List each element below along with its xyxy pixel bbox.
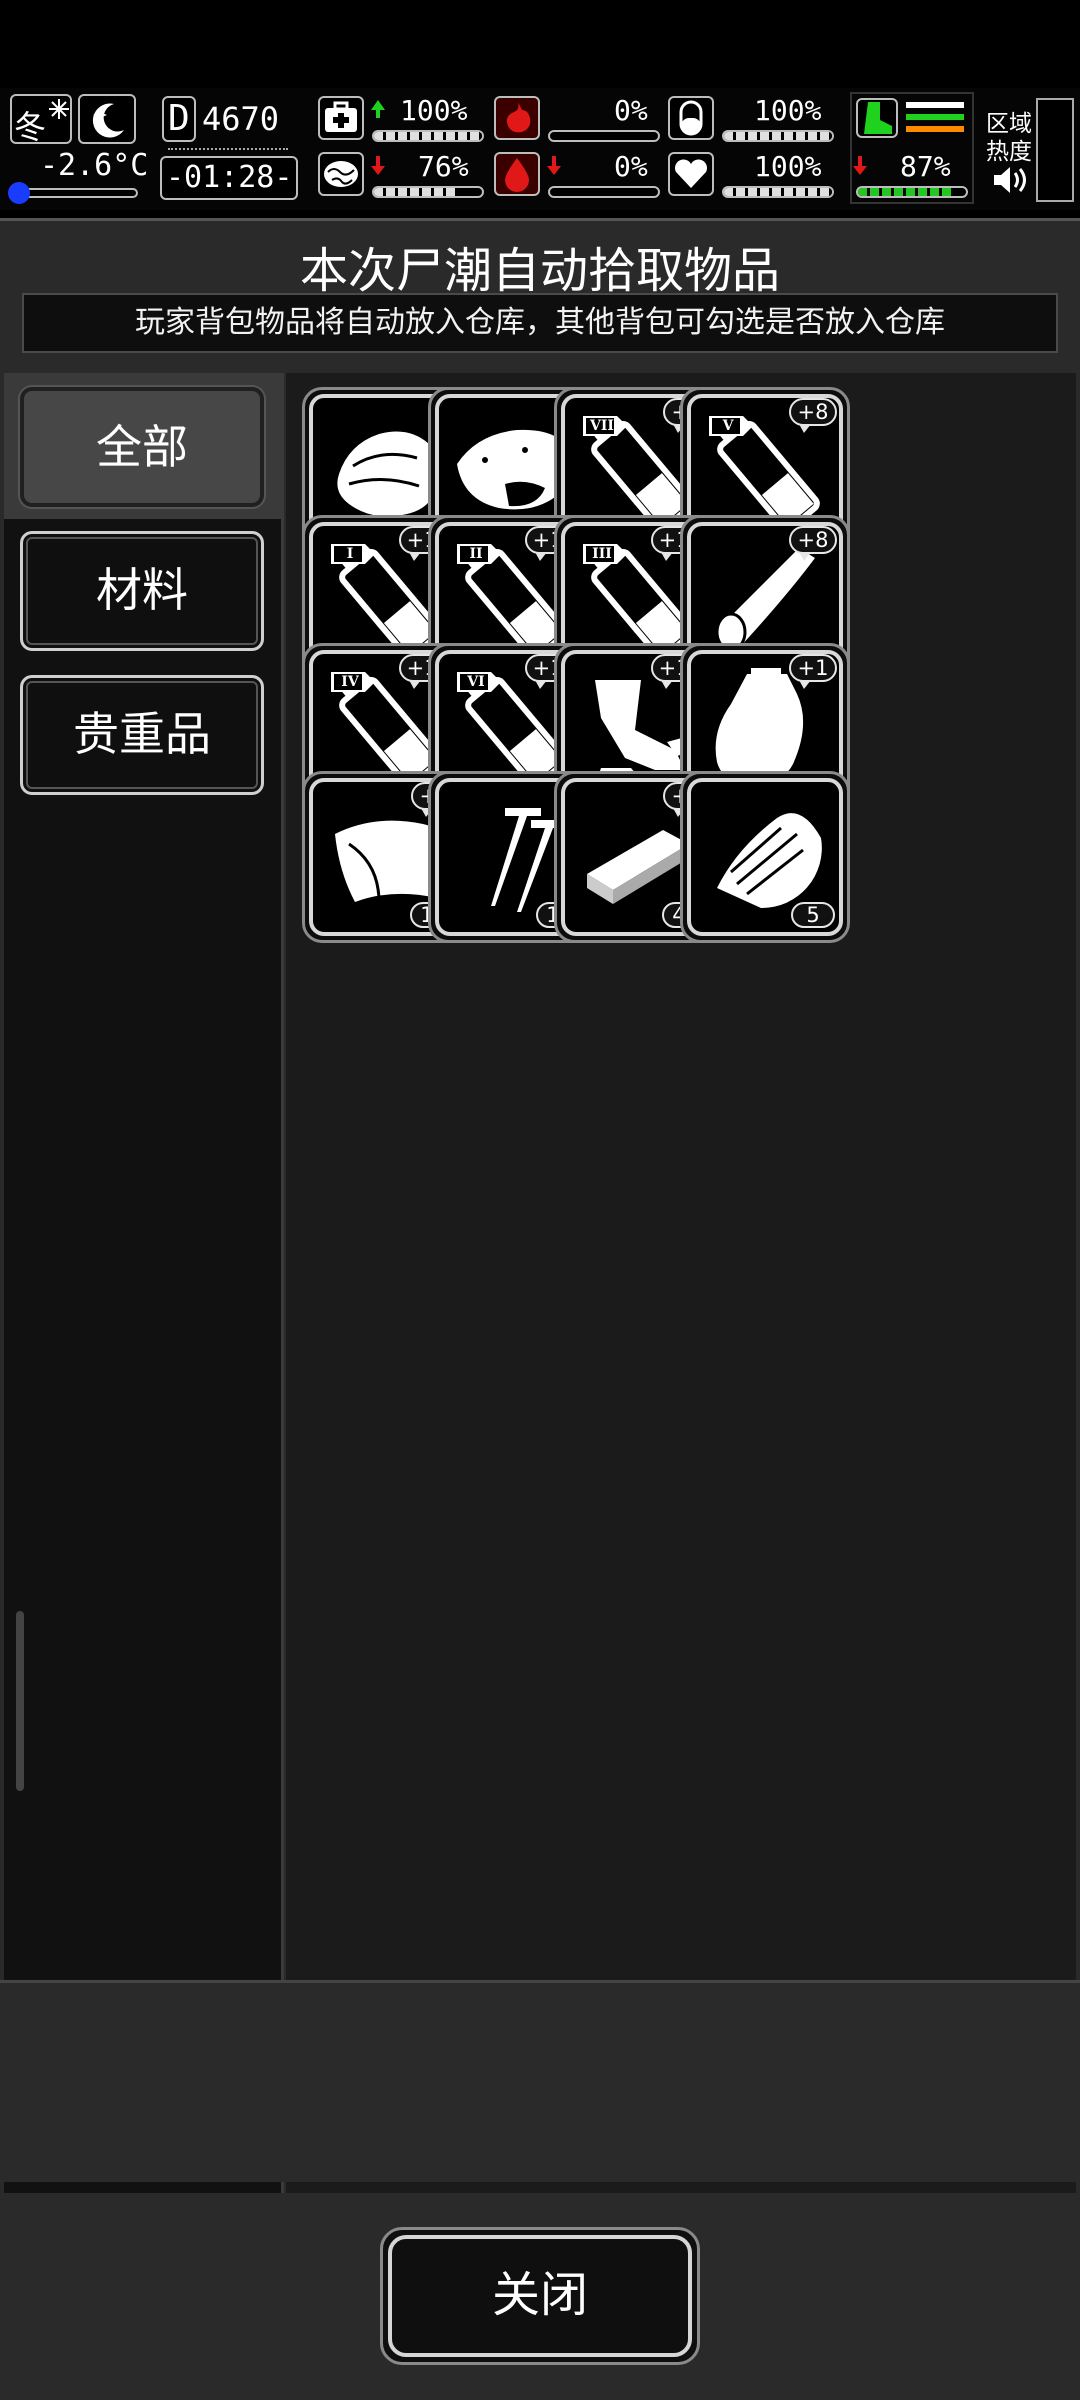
stamina-bar: [856, 186, 968, 198]
item-bonus-badge: +8: [789, 526, 837, 561]
item-bonus-badge: +8: [789, 398, 837, 433]
stamina-percent: 87%: [900, 150, 951, 183]
region-heat-label-2: 热度: [986, 139, 1032, 165]
sidebar-scrollbar[interactable]: [16, 1611, 24, 1791]
stomach-percent: 0%: [614, 94, 648, 127]
temperature-bar: [14, 188, 138, 198]
temperature-label: -2.6°C: [40, 148, 149, 183]
thirst-bar: [548, 186, 660, 198]
stomach-bar: [548, 130, 660, 142]
health-icon: [318, 96, 364, 140]
stomach-icon: [494, 96, 540, 140]
heart-bar: [722, 186, 834, 198]
clock-box: -01:28-: [160, 156, 298, 200]
category-sidebar: 全部 材料 贵重品: [4, 373, 284, 2193]
roman-numeral-label: VI: [467, 674, 485, 690]
pill-bar: [722, 130, 834, 142]
health-percent: 100%: [400, 94, 468, 127]
stamina-stripe-white: [906, 102, 964, 108]
blood-drop-icon: [494, 152, 540, 196]
roman-numeral-label: IV: [341, 674, 359, 690]
heart-percent: 100%: [754, 150, 822, 183]
stamina-stripe-green: [906, 114, 964, 120]
roman-numeral-label: II: [469, 546, 483, 562]
close-button[interactable]: 关闭: [380, 2227, 700, 2365]
night-box: [78, 94, 136, 144]
day-letter: D: [168, 98, 190, 139]
roman-numeral-label: I: [346, 546, 354, 562]
tab-materials[interactable]: 材料: [20, 531, 264, 651]
panel-footer: [0, 1980, 1080, 2182]
health-up-arrow-icon: [371, 100, 385, 118]
thirst-percent: 0%: [614, 150, 648, 183]
roman-numeral-label: VII: [590, 418, 614, 434]
cold-indicator-icon: [8, 182, 30, 204]
season-label: 冬: [14, 108, 47, 146]
season-box: 冬: [10, 94, 72, 146]
boot-icon: [856, 98, 898, 138]
pill-percent: 100%: [754, 94, 822, 127]
close-button-label: 关闭: [388, 2235, 692, 2357]
sanity-percent: 76%: [418, 150, 469, 183]
pill-icon: [668, 96, 714, 140]
day-number: 4670: [202, 100, 280, 138]
item-grid: 999+999+VII+866V+866I+1066II+1284III+125…: [286, 373, 1076, 2193]
speaker-icon[interactable]: [990, 164, 1028, 196]
tab-all[interactable]: 全部: [20, 387, 264, 507]
moon-icon: [92, 103, 124, 138]
status-hud: 冬 -2.6°C D 4670 -01:28- 100% 76% 0% 0% 1…: [0, 88, 1080, 210]
clock-label: -01:28-: [166, 160, 293, 195]
roman-numeral-label: V: [722, 418, 734, 434]
roman-numeral-label: III: [592, 546, 612, 562]
panel-subtitle: 玩家背包物品将自动放入仓库，其他背包可勾选是否放入仓库: [22, 293, 1058, 353]
brain-icon: [318, 152, 364, 196]
item-slot[interactable]: 5: [680, 771, 850, 943]
stamina-stripe-orange: [906, 126, 964, 132]
sanity-bar: [372, 186, 484, 198]
day-letter-box: D: [162, 96, 196, 142]
heart-icon: [668, 152, 714, 196]
health-bar: [372, 130, 484, 142]
thirst-down-arrow-icon: [547, 156, 561, 175]
panel-title: 本次尸潮自动拾取物品: [299, 243, 780, 299]
snow-icon: [49, 99, 69, 119]
tab-valuables[interactable]: 贵重品: [20, 675, 264, 795]
sanity-down-arrow-icon: [371, 156, 385, 175]
item-bonus-badge: +1: [789, 654, 837, 689]
stamina-down-arrow-icon: [853, 156, 867, 175]
region-heat-meter: [1036, 98, 1074, 202]
item-count-badge: 5: [791, 902, 835, 928]
